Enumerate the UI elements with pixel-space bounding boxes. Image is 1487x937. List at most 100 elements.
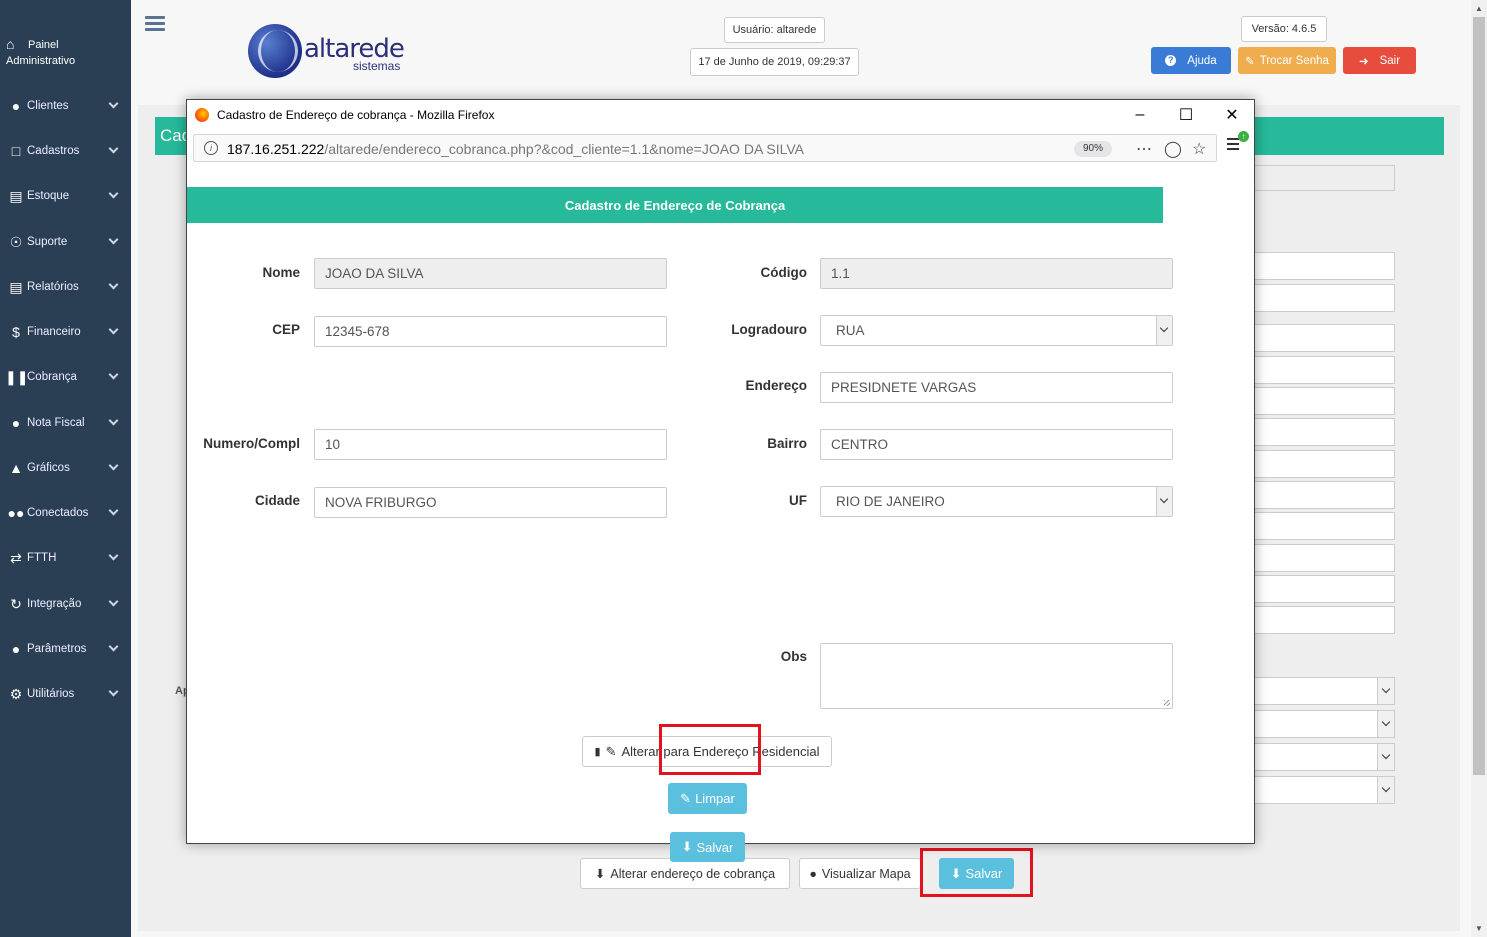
share-icon: ➜ <box>1358 55 1369 68</box>
limpar-button[interactable]: ✎ Limpar <box>668 783 747 814</box>
menu-toggle-icon[interactable] <box>145 16 165 32</box>
painel-label-2: Administrativo <box>6 55 76 67</box>
sidebar-item-label: Relatórios <box>27 281 79 293</box>
alterar-endereco-cobranca-button[interactable]: ⬇ Alterar endereço de cobrança <box>580 858 790 889</box>
logo: altarede sistemas <box>248 24 418 80</box>
chevron-down-icon <box>108 641 119 652</box>
help-button[interactable]: ? Ajuda <box>1151 47 1231 74</box>
chevron-down-icon <box>1159 494 1169 504</box>
chevron-down-icon <box>1381 783 1391 793</box>
lifebuoy-icon: ☉ <box>9 233 23 250</box>
endereco-field[interactable]: PRESIDNETE VARGAS <box>820 372 1173 403</box>
zoom-level[interactable]: 90% <box>1074 141 1112 157</box>
chevron-down-icon <box>108 188 119 199</box>
cidade-label: Cidade <box>254 493 300 508</box>
sidebar-item-label: Integração <box>27 598 82 610</box>
cep-label: CEP <box>272 322 300 337</box>
sidebar-item-cadastros[interactable]: □ Cadastros <box>0 136 131 166</box>
home-icon: ⌂ <box>6 36 15 52</box>
change-password-label: Trocar Senha <box>1259 54 1329 67</box>
sidebar-item-cobranca[interactable]: ❚❚ Cobrança <box>0 362 131 392</box>
logout-button[interactable]: ➜ Sair <box>1343 47 1416 74</box>
chevron-down-icon <box>1159 323 1169 333</box>
sidebar-item-financeiro[interactable]: $ Financeiro <box>0 317 131 347</box>
sidebar-item-nota-fiscal[interactable]: ● Nota Fiscal <box>0 408 131 438</box>
info-icon[interactable]: i <box>204 141 218 155</box>
sidebar-item-parametros[interactable]: ● Parâmetros <box>0 634 131 664</box>
area-chart-icon: ▲ <box>9 460 23 476</box>
user-icon: ● <box>11 641 21 657</box>
printer-icon: ▤ <box>9 278 23 295</box>
sidebar-item-label: Estoque <box>27 190 70 202</box>
sidebar-item-integracao[interactable]: ↻ Integração <box>0 589 131 619</box>
bg-input <box>1250 324 1395 352</box>
codigo-field[interactable]: 1.1 <box>820 258 1173 289</box>
endereco-label: Endereço <box>745 378 807 393</box>
cidade-field[interactable]: NOVA FRIBURGO <box>314 487 667 518</box>
map-marker-icon: ● <box>809 866 817 881</box>
scroll-down-icon[interactable]: ▼ <box>1471 920 1487 937</box>
logradouro-select[interactable]: RUA <box>820 315 1173 346</box>
minimize-icon[interactable]: – <box>1117 100 1163 130</box>
bairro-field[interactable]: CENTRO <box>820 429 1173 460</box>
change-password-button[interactable]: ✎ Trocar Senha <box>1238 47 1336 74</box>
alterar-cobranca-label: Alterar endereço de cobrança <box>610 866 776 881</box>
sidebar-item-estoque[interactable]: ▤ Estoque <box>0 181 131 211</box>
retweet-icon: ↻ <box>10 595 22 612</box>
chevron-down-icon <box>108 279 119 290</box>
codigo-label: Código <box>760 265 808 280</box>
obs-label: Obs <box>780 649 807 664</box>
maximize-icon[interactable]: ☐ <box>1163 100 1209 130</box>
sidebar-item-ftth[interactable]: ⇄ FTTH <box>0 543 131 573</box>
sidebar-item-label: Utilitários <box>27 688 75 700</box>
close-icon[interactable]: ✕ <box>1209 100 1255 130</box>
scroll-thumb[interactable] <box>1473 17 1485 775</box>
scroll-up-icon[interactable]: ▲ <box>1471 0 1487 17</box>
sidebar-item-label: Gráficos <box>27 462 70 474</box>
select-arrow <box>1156 487 1172 516</box>
cep-field[interactable]: 12345-678 <box>314 316 667 347</box>
url-bar[interactable]: i 187.16.251.222/altarede/endereco_cobra… <box>193 134 1217 162</box>
users-icon: ●● <box>7 505 25 521</box>
chevron-down-icon <box>1381 684 1391 694</box>
url-text[interactable]: 187.16.251.222/altarede/endereco_cobranc… <box>227 141 804 157</box>
nome-field[interactable]: JOAO DA SILVA <box>314 258 667 289</box>
popup-save-button[interactable]: ⬇ Salvar <box>670 832 745 862</box>
more-icon[interactable]: ⋯ <box>1136 139 1152 159</box>
chevron-down-icon <box>1381 717 1391 727</box>
sidebar-item-label: Clientes <box>27 100 69 112</box>
user-label: Usuário: altarede <box>724 17 825 43</box>
visualizar-mapa-button[interactable]: ● Visualizar Mapa <box>799 858 921 889</box>
sidebar-item-utilitarios[interactable]: ⚙ Utilitários <box>0 679 131 709</box>
bg-input <box>1250 165 1395 191</box>
sidebar-item-clientes[interactable]: ● Clientes <box>0 91 131 121</box>
signal-icon: ▮ <box>594 746 601 758</box>
sidebar-item-label: Financeiro <box>27 326 81 338</box>
pocket-icon[interactable]: ◯ <box>1164 139 1182 159</box>
chevron-down-icon <box>108 98 119 109</box>
chevron-down-icon <box>108 460 119 471</box>
bg-input <box>1250 575 1395 603</box>
printer-icon: ▤ <box>9 187 23 204</box>
sidebar-painel-administrativo[interactable]: ⌂ Painel Administrativo <box>6 36 126 69</box>
firefox-menu-icon[interactable]: ↑ <box>1227 131 1249 156</box>
window-titlebar[interactable]: Cadastro de Endereço de cobrança - Mozil… <box>187 100 1254 130</box>
sidebar-item-label: Nota Fiscal <box>27 417 85 429</box>
page-scrollbar[interactable]: ▲ ▼ <box>1471 0 1487 937</box>
logout-label: Sair <box>1379 54 1401 67</box>
bookmark-star-icon[interactable]: ☆ <box>1192 139 1206 159</box>
question-circle-icon: ? <box>1165 55 1177 66</box>
logo-mark <box>248 24 302 78</box>
bg-input <box>1250 544 1395 572</box>
save-label: Salvar <box>696 839 734 855</box>
uf-select[interactable]: RIO DE JANEIRO <box>820 486 1173 517</box>
numero-field[interactable]: 10 <box>314 429 667 460</box>
sidebar-item-suporte[interactable]: ☉ Suporte <box>0 227 131 257</box>
select-arrow <box>1156 316 1172 345</box>
sidebar-item-label: Conectados <box>27 507 89 519</box>
sidebar-item-conectados[interactable]: ●● Conectados <box>0 498 131 528</box>
sidebar-item-label: Suporte <box>27 236 68 248</box>
sidebar-item-relatorios[interactable]: ▤ Relatórios <box>0 272 131 302</box>
sidebar-item-graficos[interactable]: ▲ Gráficos <box>0 453 131 483</box>
obs-textarea[interactable] <box>820 643 1173 709</box>
